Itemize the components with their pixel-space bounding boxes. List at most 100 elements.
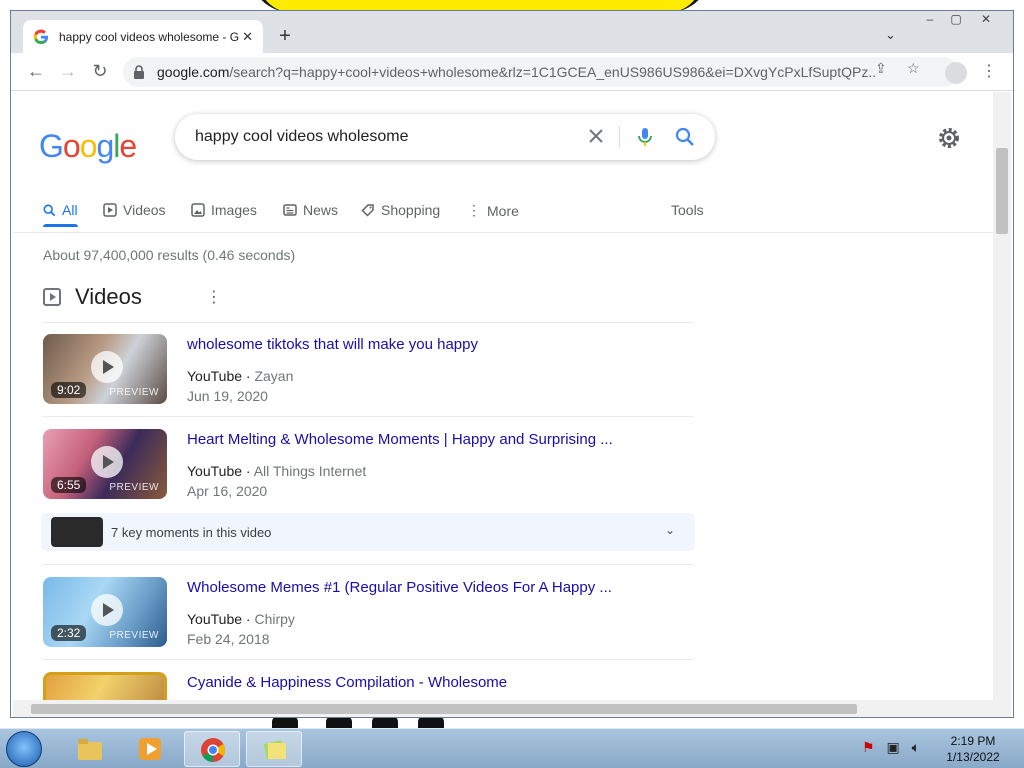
logo-letter: o [62, 128, 81, 164]
volume-icon[interactable]: 🔈︎ [912, 739, 920, 755]
tab-label: Shopping [381, 202, 441, 218]
tab-all[interactable]: All [43, 202, 78, 227]
vertical-scrollbar[interactable] [993, 92, 1011, 700]
taskbar-explorer[interactable] [62, 731, 118, 767]
logo-letter: e [119, 128, 137, 164]
action-center-icon[interactable]: ⚑ [862, 739, 875, 755]
browser-toolbar: ← → ↻ google.com/search?q=happy+cool+vid… [11, 53, 1013, 91]
key-moment-thumbnail [51, 517, 103, 547]
preview-label: PREVIEW [109, 387, 159, 398]
share-icon[interactable]: ⇪ [875, 60, 887, 77]
tab-search-chevron-icon[interactable]: ⌄ [885, 27, 896, 43]
video-source: YouTube · Chirpy [187, 611, 295, 627]
bookmark-star-icon[interactable]: ☆ [907, 60, 920, 77]
tab-news[interactable]: News [283, 202, 338, 218]
search-icon[interactable] [675, 127, 695, 147]
video-title-link[interactable]: Wholesome Memes #1 (Regular Positive Vid… [187, 579, 612, 596]
news-icon [283, 204, 297, 216]
tab-close-icon[interactable]: ✕ [242, 29, 253, 45]
video-thumbnail[interactable]: 6:55 PREVIEW [43, 429, 167, 499]
title-bar: happy cool videos wholesome - Google Sea… [11, 11, 1013, 53]
search-box[interactable]: happy cool videos wholesome [175, 114, 715, 160]
scroll-thumb[interactable] [31, 704, 857, 714]
video-icon [43, 288, 61, 306]
tab-title: happy cool videos wholesome - Google Sea… [59, 29, 239, 44]
video-thumbnail[interactable] [43, 672, 167, 700]
source-site: YouTube [187, 611, 243, 627]
source-site: YouTube [187, 368, 243, 384]
system-tray: ⚑ ▣ 🔈︎ [862, 739, 920, 756]
videos-heading: Videos [75, 284, 142, 309]
google-favicon-icon [33, 29, 48, 44]
browser-menu-icon[interactable]: ⋮ [981, 61, 997, 83]
video-title-link[interactable]: Cyanide & Happiness Compilation - Wholes… [187, 674, 507, 691]
search-tabs: All Videos Images News Shopping ⋮ More T… [39, 192, 993, 232]
more-vert-icon: ⋮ [467, 202, 481, 218]
clock-time: 2:19 PM [950, 734, 996, 748]
folder-icon [78, 739, 102, 760]
taskbar-app[interactable] [246, 731, 302, 767]
clock-date: 1/13/2022 [946, 750, 1000, 764]
profile-avatar[interactable] [945, 62, 967, 84]
video-thumbnail[interactable]: 2:32 PREVIEW [43, 577, 167, 647]
source-channel: Zayan [254, 368, 294, 384]
tab-label: Images [211, 202, 257, 218]
logo-letter: G [39, 128, 64, 164]
play-icon [91, 446, 123, 478]
video-title-link[interactable]: wholesome tiktoks that will make you hap… [187, 336, 478, 353]
video-thumbnail[interactable]: 9:02 PREVIEW [43, 334, 167, 404]
taskbar-media-player[interactable] [122, 731, 178, 767]
mic-icon[interactable] [637, 127, 653, 147]
logo-letter: g [96, 128, 114, 164]
settings-gear-icon[interactable] [937, 126, 961, 150]
tab-images[interactable]: Images [191, 202, 257, 218]
maximize-button[interactable]: ▢ [941, 11, 971, 29]
chevron-down-icon: ⌄ [664, 523, 675, 537]
close-window-button[interactable]: ✕ [971, 11, 1001, 29]
image-icon [191, 203, 205, 217]
tab-more[interactable]: ⋮ More [467, 202, 519, 219]
chrome-icon [201, 738, 226, 762]
tab-label: News [303, 202, 339, 218]
video-result[interactable]: 2:32 PREVIEW Wholesome Memes #1 (Regular… [43, 577, 693, 655]
video-duration: 9:02 [51, 382, 87, 398]
network-icon[interactable]: ▣ [886, 739, 899, 755]
divider [43, 564, 693, 565]
source-channel: Chirpy [254, 611, 295, 627]
clock[interactable]: 2:19 PM 1/13/2022 [930, 733, 1016, 765]
video-result[interactable]: Cyanide & Happiness Compilation - Wholes… [43, 672, 693, 700]
video-title-link[interactable]: Heart Melting & Wholesome Moments | Happ… [187, 431, 613, 448]
start-button[interactable] [6, 731, 42, 767]
google-logo[interactable]: Google [39, 128, 137, 165]
video-date: Jun 19, 2020 [187, 388, 268, 404]
tools-label: Tools [671, 202, 704, 218]
tabs-divider [13, 232, 993, 233]
address-bar[interactable]: google.com/search?q=happy+cool+videos+wh… [123, 57, 959, 87]
source-site: YouTube [187, 463, 243, 479]
video-icon [103, 203, 117, 217]
source-channel: All Things Internet [253, 463, 367, 479]
video-result[interactable]: 9:02 PREVIEW wholesome tiktoks that will… [43, 334, 693, 412]
search-icon [43, 204, 56, 216]
taskbar-chrome[interactable] [184, 731, 240, 767]
url-path: /search?q=happy+cool+videos+wholesome&rl… [229, 64, 877, 80]
clear-icon[interactable] [587, 127, 605, 145]
new-tab-button[interactable]: + [273, 25, 297, 49]
forward-button[interactable]: → [55, 59, 81, 85]
search-query[interactable]: happy cool videos wholesome [195, 128, 408, 146]
back-button[interactable]: ← [23, 59, 49, 85]
tab-shopping[interactable]: Shopping [361, 202, 440, 218]
scroll-thumb[interactable] [996, 148, 1008, 234]
key-moments-expander[interactable]: 7 key moments in this video ⌄ [41, 513, 695, 551]
reload-button[interactable]: ↻ [87, 59, 113, 85]
more-options-icon[interactable]: ⋮ [206, 287, 222, 307]
video-date: Feb 24, 2018 [187, 631, 270, 647]
tab-videos[interactable]: Videos [103, 202, 166, 218]
video-result[interactable]: 6:55 PREVIEW Heart Melting & Wholesome M… [43, 429, 693, 507]
browser-tab[interactable]: happy cool videos wholesome - Google Sea… [23, 20, 263, 53]
tag-icon [361, 204, 374, 217]
horizontal-scrollbar[interactable] [13, 700, 1011, 717]
tools-button[interactable]: Tools [671, 202, 704, 218]
google-apps-menu-icon[interactable]: ⋮ [985, 126, 993, 147]
key-moments-label: 7 key moments in this video [111, 524, 272, 540]
